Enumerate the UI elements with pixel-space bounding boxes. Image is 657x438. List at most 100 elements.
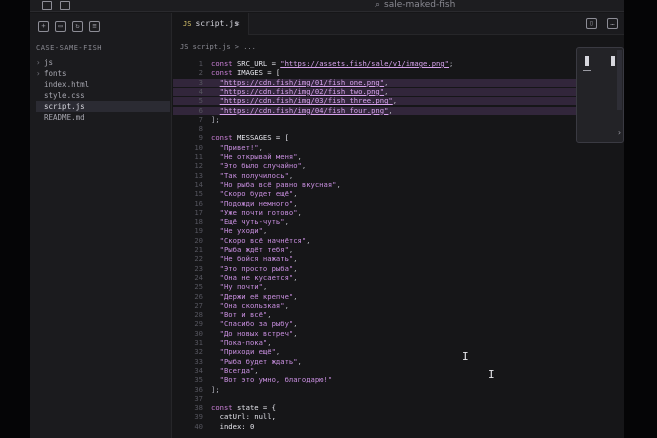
- code-line[interactable]: 38 const state = {: [173, 403, 613, 413]
- code-line[interactable]: 27 "Она скользкая",: [173, 301, 613, 310]
- chevron-right-icon: ›: [36, 58, 41, 67]
- code-line[interactable]: 14 "Но рыба всё равно вкусная",: [173, 179, 613, 189]
- code-line[interactable]: 6 "https://cdn.fish/img/04/fish_four.png…: [173, 105, 613, 115]
- text-cursor-icon: I: [488, 368, 495, 381]
- code-line[interactable]: 5 "https://cdn.fish/img/03/fish_three.pn…: [173, 96, 613, 106]
- code-line[interactable]: 20 "Скоро всё начнётся",: [173, 235, 613, 245]
- code-line[interactable]: 19 "Не уходи",: [173, 227, 613, 235]
- code-token: "Приходи ещё": [211, 347, 276, 357]
- code-token: "До новых встреч": [211, 328, 294, 338]
- replace-toggle-icon[interactable]: [611, 56, 615, 66]
- code-token: ,: [293, 328, 298, 338]
- scrollbar[interactable]: [617, 50, 622, 110]
- search-text: sale-maked-fish: [384, 0, 456, 10]
- chevron-right-icon[interactable]: ›: [617, 128, 622, 137]
- line-number: 36: [194, 384, 203, 394]
- tree-item[interactable]: style.css: [36, 90, 170, 101]
- code-line[interactable]: 12 "Это было случайно",: [173, 162, 613, 170]
- code-line[interactable]: 8: [173, 124, 613, 134]
- code-line[interactable]: 4 "https://cdn.fish/img/02/fish_two.png"…: [173, 87, 613, 96]
- line-number: 39: [194, 412, 203, 422]
- code-token: ,: [262, 282, 268, 292]
- line-number: 38: [194, 403, 203, 413]
- code-editor[interactable]: 1 const SRC_URL = "https://assets.fish/sa…: [173, 59, 624, 438]
- code-token: ,: [284, 217, 289, 227]
- line-number: 17: [194, 207, 203, 217]
- line-number: 32: [194, 347, 203, 357]
- code-line[interactable]: 21 "Рыба ждёт тебя",: [173, 245, 613, 254]
- code-line[interactable]: 23 "Это просто рыба",: [173, 264, 613, 273]
- code-line[interactable]: 17 "Уже почти готово",: [173, 207, 613, 217]
- code-line[interactable]: 3 "https://cdn.fish/img/01/fish_one.png"…: [173, 77, 613, 87]
- code-line[interactable]: 26 "Держи её крепче",: [173, 291, 613, 301]
- line-number: 8: [198, 124, 203, 134]
- code-line[interactable]: 18 "Ещё чуть-чуть",: [173, 217, 613, 227]
- code-token: ,: [267, 338, 272, 347]
- code-line[interactable]: 39 catUrl: null,: [173, 413, 613, 421]
- code-token: "Скоро всё начнётся": [211, 235, 307, 245]
- code-token: "Подожди немного": [211, 198, 294, 208]
- code-token: ];: [211, 384, 220, 394]
- code-token: "https://cdn.fish/img/01/fish_one.png": [219, 77, 385, 87]
- line-number: 26: [194, 291, 203, 301]
- explorer-sidebar: + ▭ ↻ ≡ CASE-SAME-FISH › js › fonts index.ht…: [30, 13, 172, 438]
- more-actions-icon[interactable]: …: [607, 18, 618, 29]
- code-line[interactable]: 7];: [173, 114, 613, 124]
- code-line[interactable]: 2 const IMAGES = [: [173, 69, 613, 77]
- split-editor-icon[interactable]: ▯: [586, 18, 597, 29]
- code-line[interactable]: 13 "Так получилось",: [173, 171, 613, 180]
- tab-label: script.js: [195, 19, 239, 28]
- tree-item-label: index.html: [44, 80, 90, 89]
- find-toggle-icon[interactable]: [585, 56, 589, 66]
- tree-item[interactable]: script.js: [36, 101, 170, 112]
- code-token: catUrl: null,: [211, 412, 276, 422]
- code-token: ,: [336, 179, 341, 189]
- line-number: 19: [194, 226, 203, 236]
- code-line[interactable]: 10 "Привет!",: [173, 143, 613, 152]
- code-line[interactable]: 40 index: 0: [173, 422, 613, 431]
- tree-item[interactable]: › js: [36, 57, 170, 68]
- line-number: 34: [194, 365, 203, 375]
- code-line[interactable]: 37: [173, 394, 613, 403]
- code-line[interactable]: 36];: [173, 384, 613, 394]
- code-token: "https://cdn.fish/img/04/fish_four.png": [219, 105, 389, 115]
- code-line[interactable]: 22 "Не бойся нажать",: [173, 255, 613, 263]
- sidebar-toggle-icon[interactable]: [42, 1, 52, 10]
- code-line[interactable]: 31 "Пока-пока",: [173, 338, 613, 347]
- panel-icon[interactable]: [60, 1, 70, 10]
- code-line[interactable]: 11 "Не открывай меня",: [173, 152, 613, 161]
- code-line[interactable]: 32 "Приходи ещё",: [173, 348, 613, 356]
- line-number: 5: [198, 96, 203, 106]
- refresh-icon[interactable]: ↻: [72, 21, 83, 32]
- new-file-icon[interactable]: +: [38, 21, 49, 32]
- code-line[interactable]: 29 "Спасибо за рыбу",: [173, 320, 613, 328]
- code-line[interactable]: 25 "Ну почти",: [173, 283, 613, 291]
- code-token: ,: [293, 198, 298, 208]
- tree-item[interactable]: README.md: [36, 112, 170, 123]
- collapse-icon[interactable]: ≡: [89, 21, 100, 32]
- close-icon[interactable]: ×: [235, 13, 240, 35]
- code-line[interactable]: 16 "Подожди немного",: [173, 198, 613, 208]
- code-line[interactable]: 24 "Она не кусается",: [173, 273, 613, 282]
- line-number: 7: [198, 114, 203, 124]
- code-line[interactable]: 35 "Вот это умно, благодарю!": [173, 376, 613, 384]
- command-search[interactable]: ⌕ sale-maked-fish: [375, 0, 455, 10]
- code-token: "Рыба ждёт тебя": [211, 245, 289, 254]
- tree-item[interactable]: index.html: [36, 79, 170, 90]
- new-folder-icon[interactable]: ▭: [55, 21, 66, 32]
- code-token: ,: [384, 77, 389, 87]
- tree-item[interactable]: › fonts: [36, 68, 170, 79]
- tab-script-js[interactable]: JS script.js ×: [173, 13, 249, 35]
- code-line[interactable]: 15 "Скоро будет ещё",: [173, 190, 613, 198]
- code-line[interactable]: 28 "Вот и всё",: [173, 310, 613, 319]
- code-line[interactable]: 1 const SRC_URL = "https://assets.fish/sa…: [173, 59, 613, 68]
- code-line[interactable]: 30 "До новых встреч",: [173, 328, 613, 338]
- breadcrumb[interactable]: JS script.js > ...: [180, 43, 256, 51]
- code-line[interactable]: 34 "Всегда",: [173, 365, 613, 375]
- code-line[interactable]: 9 const MESSAGES = [: [173, 134, 613, 142]
- code-line[interactable]: 33 "Рыба будет ждать",: [173, 357, 613, 366]
- code-token: "Это было случайно": [211, 161, 302, 171]
- explorer-toolbar: + ▭ ↻ ≡: [38, 21, 100, 32]
